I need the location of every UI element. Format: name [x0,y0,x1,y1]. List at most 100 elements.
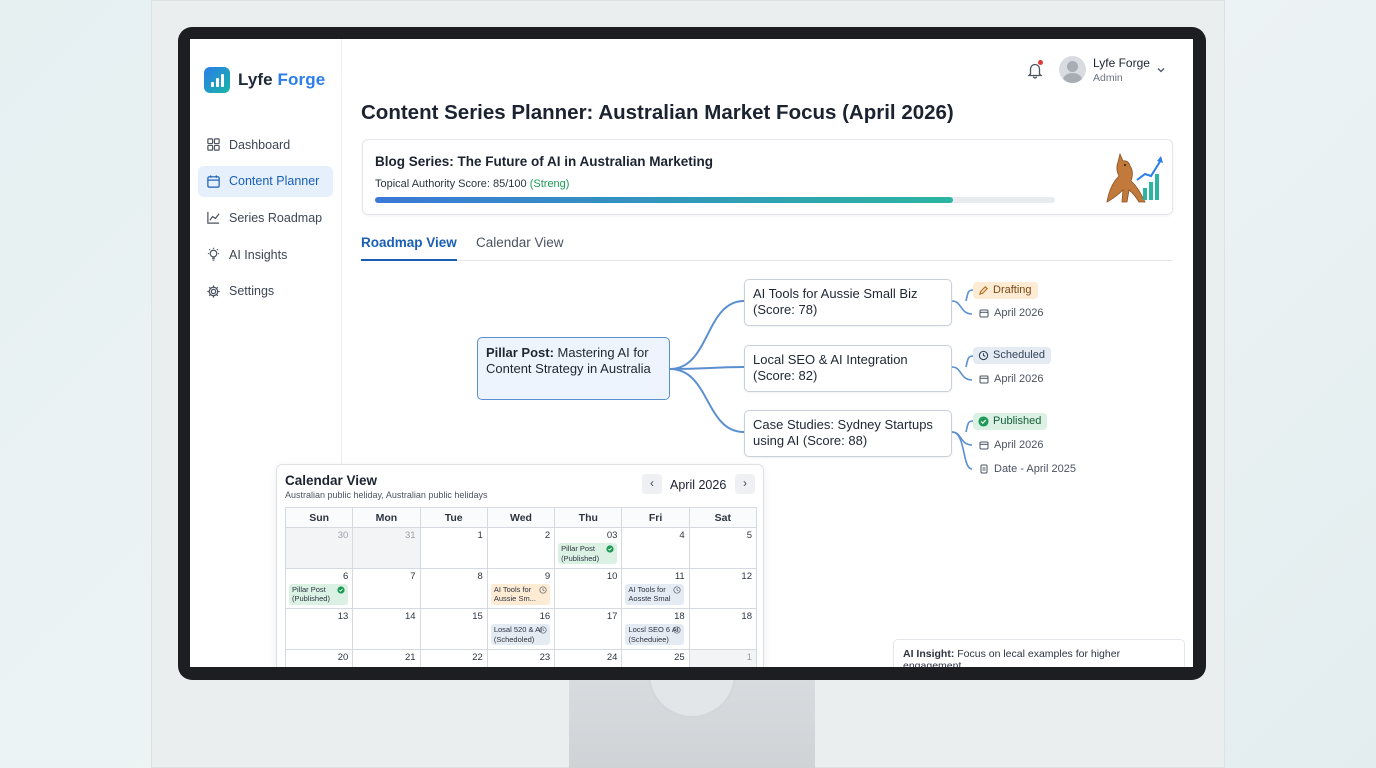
sidebar-item-dashboard[interactable]: Dashboard [198,129,333,160]
lightbulb-icon [207,247,220,261]
app-screen: Lyfe Forge Dashboard Content Planner Ser… [190,39,1193,667]
weekday-header: Wed [487,508,556,528]
check-circle-icon [606,545,614,553]
day-number: 25 [674,651,685,663]
user-role: Admin [1093,72,1123,84]
prev-month-button[interactable]: ‹ [642,474,662,494]
day-number: 30 [337,530,349,541]
calendar-day[interactable]: 4 [622,528,690,569]
publish-date: April 2026 [979,307,1044,319]
avatar[interactable] [1059,56,1086,83]
calendar-event[interactable]: Locsl SEO 6 AI (Scheduiee) [625,624,685,645]
event-label: Pillar Post (Published) [561,544,600,563]
event-label: Pillar Post (Published) [292,584,330,604]
notification-dot [1038,60,1043,65]
calendar-day[interactable]: 25 [622,649,690,667]
day-number: 6 [342,570,349,582]
roadmap-node-local-seo[interactable]: Local SEO & AI Integration (Score: 82) [744,345,952,392]
sidebar-item-settings[interactable]: Settings [198,276,333,307]
sidebar-item-ai-insights[interactable]: AI Insights [198,239,333,270]
clock-icon [978,350,989,361]
calendar-day[interactable]: 12 [689,568,757,609]
calendar-day[interactable]: 31 [353,528,421,569]
calendar-day[interactable]: 6 Pillar Post (Published) [286,568,354,609]
calendar-day[interactable]: 14 [353,609,421,650]
calendar-day[interactable]: 1 [689,649,757,667]
calendar-day[interactable]: 20 [286,649,354,667]
ai-insight-panel: AI Insight: Focus on lecal examples for … [893,639,1185,667]
calendar-day[interactable]: 16 Losal 520 & AI (Schedoled) [487,609,556,650]
calendar-event[interactable]: AI Tools for Aussie Sm... [490,583,550,605]
pillar-post-node[interactable]: Pillar Post: Mastering AI for Content St… [477,337,670,400]
sidebar-item-label: AI Insights [229,247,288,262]
day-number: 4 [679,530,685,541]
day-number: 12 [741,570,752,582]
day-number: 22 [472,651,483,663]
calendar-day[interactable]: 17 [555,609,623,650]
next-month-button[interactable]: › [735,474,755,494]
calendar-day[interactable]: 11 AI Tools for Aosste Smal [622,568,690,609]
calendar-day[interactable]: 5 [689,528,757,569]
day-number: 24 [606,651,618,663]
day-number: 13 [337,611,349,622]
day-number: 1 [746,651,752,663]
calendar-day[interactable]: 7 [353,568,421,609]
tab-roadmap-view[interactable]: Roadmap View [361,235,457,261]
chevron-down-icon[interactable] [1156,65,1166,75]
day-number: 11 [674,570,685,582]
kangaroo-growth-icon [1106,152,1163,203]
logo-chart-icon [204,67,230,93]
sidebar-nav: Dashboard Content Planner Series Roadmap… [198,129,333,312]
calendar-event[interactable]: Pillar Post (Published) [289,583,348,605]
calendar-day[interactable]: 23 [488,649,556,667]
calendar-day[interactable]: 03 Pillar Post (Published) [555,528,623,569]
weekday-header: Sat [689,508,757,528]
calendar-day[interactable]: 10 [555,568,623,609]
sidebar-item-series-roadmap[interactable]: Series Roadmap [198,202,333,233]
day-number: 17 [606,611,618,622]
calendar-day[interactable]: 15 [420,609,488,650]
trend-chart-icon [207,212,220,225]
calendar-event[interactable]: AI Tools for Aosste Smal [625,583,685,605]
day-number: 14 [404,611,416,622]
view-tabs: Roadmap View Calendar View [361,233,1173,261]
calendar-day[interactable]: 24 [555,649,623,667]
event-label: Locsl SEO 6 AI (Scheduiee) [628,625,679,644]
weekday-header: Fri [622,508,690,528]
calendar-icon [979,441,989,450]
series-card: Blog Series: The Future of AI in Austral… [362,139,1173,215]
day-number: 20 [337,651,349,663]
calendar-event[interactable]: Losal 520 & AI (Schedoled) [490,624,550,645]
day-number: 15 [472,611,483,622]
calendar-day[interactable]: 9 AI Tools for Aussie Sm... [487,568,556,609]
calendar-day[interactable]: 1 [420,528,488,569]
calendar-subtitle: Australian public heliday, Australian pu… [285,490,488,500]
authority-progress-fill [375,197,953,203]
calendar-day[interactable]: 22 [421,649,488,667]
sidebar-item-label: Content Planner [229,174,320,189]
calendar-event[interactable]: Pillar Post (Published) [558,543,618,564]
day-number: 10 [606,570,618,582]
calendar-day[interactable]: 30 [286,528,354,569]
sidebar-item-content-planner[interactable]: Content Planner [198,165,333,197]
clock-icon [673,626,681,634]
roadmap-node-case-studies[interactable]: Case Studies: Sydney Startups using AI (… [744,410,952,457]
day-number: 16 [539,611,551,622]
calendar-icon [207,175,220,188]
calendar-day[interactable]: 2 [487,528,556,569]
weekday-header: Thu [555,508,623,528]
roadmap-node-ai-tools[interactable]: AI Tools for Aussie Small Biz (Score: 78… [744,279,952,326]
calendar-day[interactable]: 21 [353,649,421,667]
calendar-day[interactable]: 18 [689,609,757,650]
user-name[interactable]: Lyfe Forge [1093,56,1150,70]
calendar-day[interactable]: 8 [420,568,488,609]
day-number: 03 [606,530,618,541]
day-number: 5 [746,530,752,541]
day-number: 31 [404,530,416,541]
calendar-day[interactable]: 13 [286,609,354,650]
pencil-icon [978,286,988,296]
sidebar-item-label: Dashboard [229,137,291,152]
calendar-day[interactable]: 18 Locsl SEO 6 AI (Scheduiee) [622,609,690,650]
tab-calendar-view[interactable]: Calendar View [476,235,564,259]
logo[interactable]: Lyfe Forge [204,67,325,93]
